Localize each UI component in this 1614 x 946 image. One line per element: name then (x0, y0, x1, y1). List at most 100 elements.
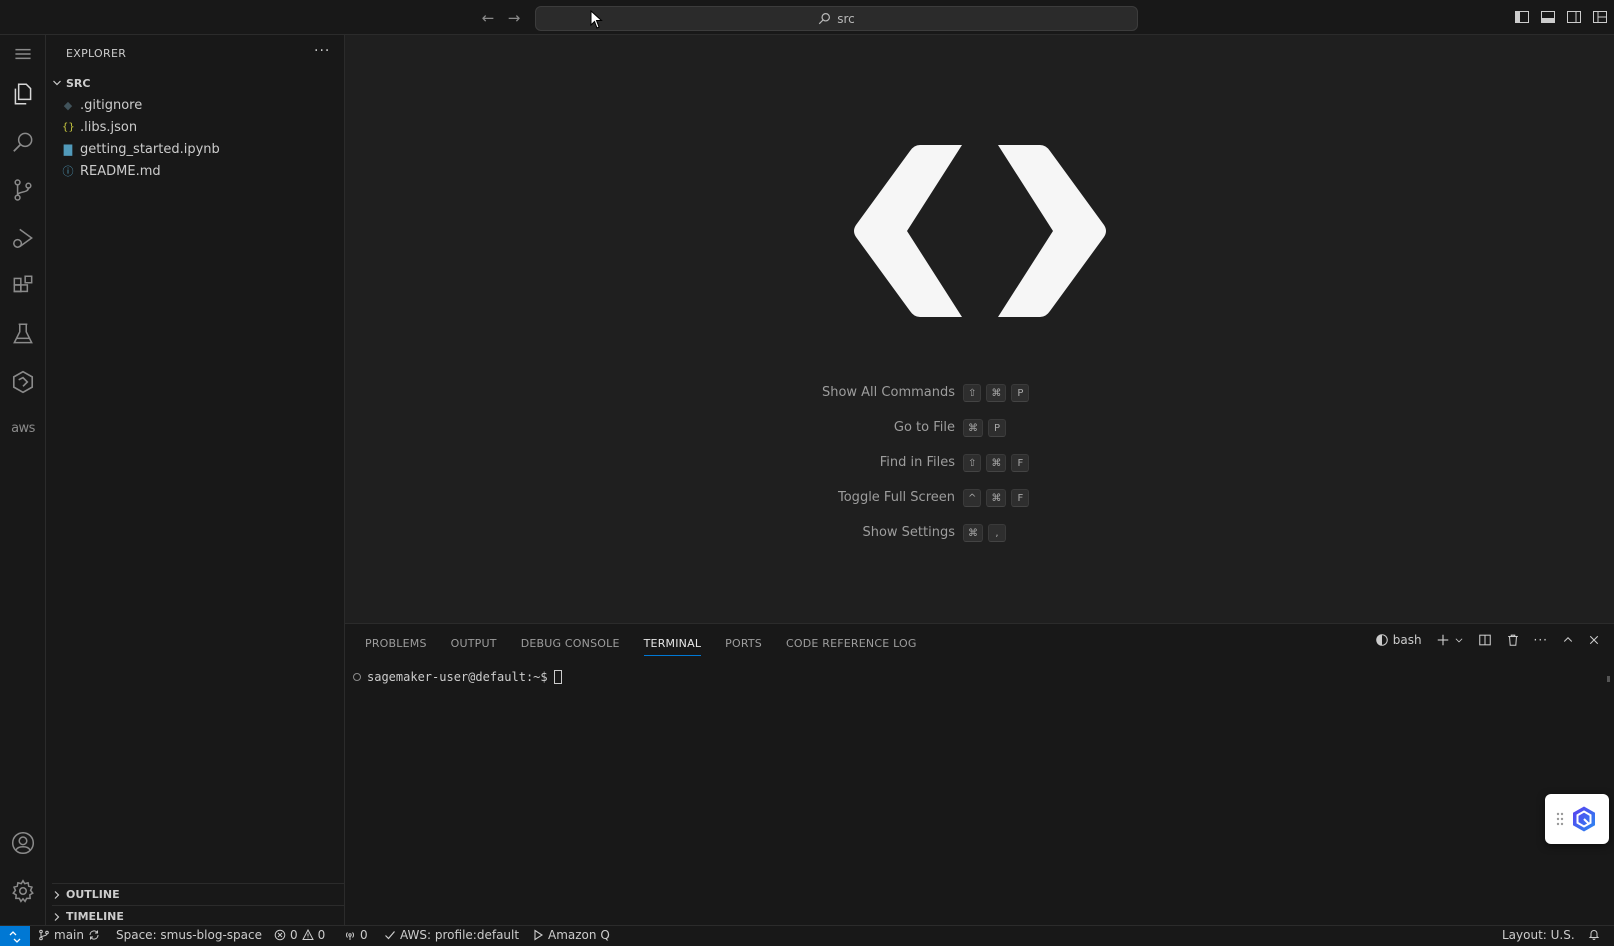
forward-arrow-icon[interactable]: → (504, 8, 524, 28)
command-center-search[interactable]: src (535, 6, 1138, 31)
bottom-panel: PROBLEMS OUTPUT DEBUG CONSOLE TERMINAL P… (345, 623, 1614, 925)
problems-status[interactable]: 0 0 (274, 928, 325, 942)
tab-problems[interactable]: PROBLEMS (365, 634, 427, 656)
file-getting-started[interactable]: ▇ getting_started.ipynb (62, 138, 220, 160)
shortcut-label: Go to File (893, 420, 955, 435)
git-branch-icon (39, 929, 49, 941)
search-icon (819, 13, 831, 25)
sidebar-title: EXPLORER (66, 47, 127, 60)
notifications-status[interactable] (1588, 928, 1600, 940)
toggle-primary-sidebar-icon[interactable] (1514, 9, 1530, 25)
file-name: README.md (80, 163, 161, 179)
tab-ports[interactable]: PORTS (725, 634, 762, 656)
account-icon[interactable] (8, 828, 38, 858)
outline-section[interactable]: OUTLINE (52, 883, 345, 905)
shortcut-find-in-files: Find in Files ⇧ ⌘ F (645, 453, 1335, 475)
key: ⌘ (986, 384, 1007, 402)
ports-count: 0 (360, 928, 368, 942)
warning-icon (301, 929, 314, 940)
floating-assistant-widget[interactable] (1545, 794, 1609, 844)
toggle-panel-icon[interactable] (1540, 9, 1556, 25)
shortcut-label: Find in Files (879, 455, 955, 470)
key: ^ (963, 489, 982, 507)
shortcut-keys: ^ ⌘ F (963, 489, 1030, 507)
chevron-right-icon (54, 890, 60, 899)
warning-count: 0 (317, 928, 326, 942)
sync-icon[interactable] (88, 929, 100, 941)
back-arrow-icon[interactable]: ← (478, 8, 498, 28)
split-terminal-icon[interactable] (1478, 633, 1492, 647)
more-actions-icon[interactable]: ··· (314, 43, 330, 59)
chevron-down-icon[interactable] (1454, 635, 1464, 645)
tab-debug-console[interactable]: DEBUG CONSOLE (521, 634, 620, 656)
drag-handle-icon[interactable] (1556, 812, 1564, 826)
extensions-icon[interactable] (8, 271, 38, 301)
key: P (1011, 384, 1030, 402)
key: ⇧ (963, 384, 982, 402)
shortcut-toggle-full-screen: Toggle Full Screen ^ ⌘ F (645, 488, 1335, 510)
terminal-prompt: sagemaker-user@default:~$ (367, 670, 548, 684)
file-readme[interactable]: ⓘ README.md (62, 160, 161, 182)
aws-profile: AWS: profile:default (400, 928, 520, 942)
source-control-icon[interactable] (8, 175, 38, 205)
key: ⇧ (963, 454, 982, 472)
file-gitignore[interactable]: ◆ .gitignore (62, 94, 142, 116)
editor-area: Show All Commands ⇧ ⌘ P Go to File ⌘ P F… (345, 35, 1614, 623)
tab-output[interactable]: OUTPUT (451, 634, 497, 656)
remote-indicator[interactable] (0, 926, 30, 946)
terminal-prompt-line[interactable]: sagemaker-user@default:~$ (353, 670, 562, 684)
maximize-panel-icon[interactable] (1562, 634, 1574, 646)
keyboard-layout-status[interactable]: Layout: U.S. (1502, 928, 1575, 942)
remote-icon (9, 930, 21, 943)
error-count: 0 (290, 928, 298, 942)
folder-src[interactable]: SRC (52, 73, 90, 93)
timeline-label: TIMELINE (66, 910, 124, 923)
folder-name: SRC (66, 76, 91, 90)
key: ⌘ (986, 489, 1007, 507)
aws-profile-status[interactable]: AWS: profile:default (384, 928, 519, 942)
trash-icon[interactable] (1506, 633, 1520, 647)
terminal-shell-selector[interactable]: bash (1375, 633, 1422, 647)
shell-name: bash (1392, 633, 1422, 647)
settings-gear-icon[interactable] (8, 876, 38, 906)
vscode-window: ← → src aws EXPLORER ··· SRC ◆ .gitignor… (0, 0, 1614, 946)
search-icon[interactable] (8, 127, 38, 157)
close-panel-icon[interactable] (1588, 634, 1600, 646)
testing-icon[interactable] (8, 319, 38, 349)
error-icon (274, 929, 286, 941)
toggle-secondary-sidebar-icon[interactable] (1566, 9, 1582, 25)
timeline-section[interactable]: TIMELINE (52, 905, 345, 927)
code-logo-icon (854, 145, 1106, 317)
key: ⌘ (963, 419, 983, 437)
space-name: Space: smus-blog-space (116, 928, 262, 942)
shortcut-keys: ⌘ P (963, 419, 1006, 437)
file-name: getting_started.ipynb (80, 141, 220, 157)
info-icon: ⓘ (62, 165, 74, 178)
ports-status[interactable]: 0 (344, 928, 368, 942)
json-icon: {} (62, 121, 75, 133)
run-debug-icon[interactable] (8, 223, 38, 253)
tab-terminal[interactable]: TERMINAL (643, 634, 702, 656)
aws-icon[interactable]: aws (8, 413, 38, 443)
tab-code-reference-log[interactable]: CODE REFERENCE LOG (786, 634, 917, 656)
panel-actions: bash ··· (1375, 633, 1600, 647)
space-status[interactable]: Space: smus-blog-space (116, 928, 262, 942)
shortcut-label: Show All Commands (821, 385, 955, 400)
amazon-q-logo-icon (1573, 806, 1595, 832)
layout-controls (1514, 9, 1608, 25)
chevron-right-icon (54, 912, 60, 921)
key: ⌘ (986, 454, 1007, 472)
explorer-icon[interactable] (8, 79, 38, 109)
menu-icon[interactable] (8, 39, 38, 69)
file-libs-json[interactable]: {} .libs.json (62, 116, 137, 138)
key: F (1011, 489, 1030, 507)
amazon-q-status[interactable]: Amazon Q (532, 928, 610, 942)
customize-layout-icon[interactable] (1592, 9, 1608, 25)
git-branch-status[interactable]: main (38, 928, 100, 942)
terminal-scrollbar[interactable] (1607, 676, 1610, 682)
more-actions-icon[interactable]: ··· (1534, 633, 1548, 647)
file-name: .gitignore (80, 97, 143, 113)
new-terminal-button[interactable] (1436, 633, 1464, 647)
sagemaker-icon[interactable] (8, 367, 38, 397)
shortcut-label: Toggle Full Screen (838, 490, 955, 505)
